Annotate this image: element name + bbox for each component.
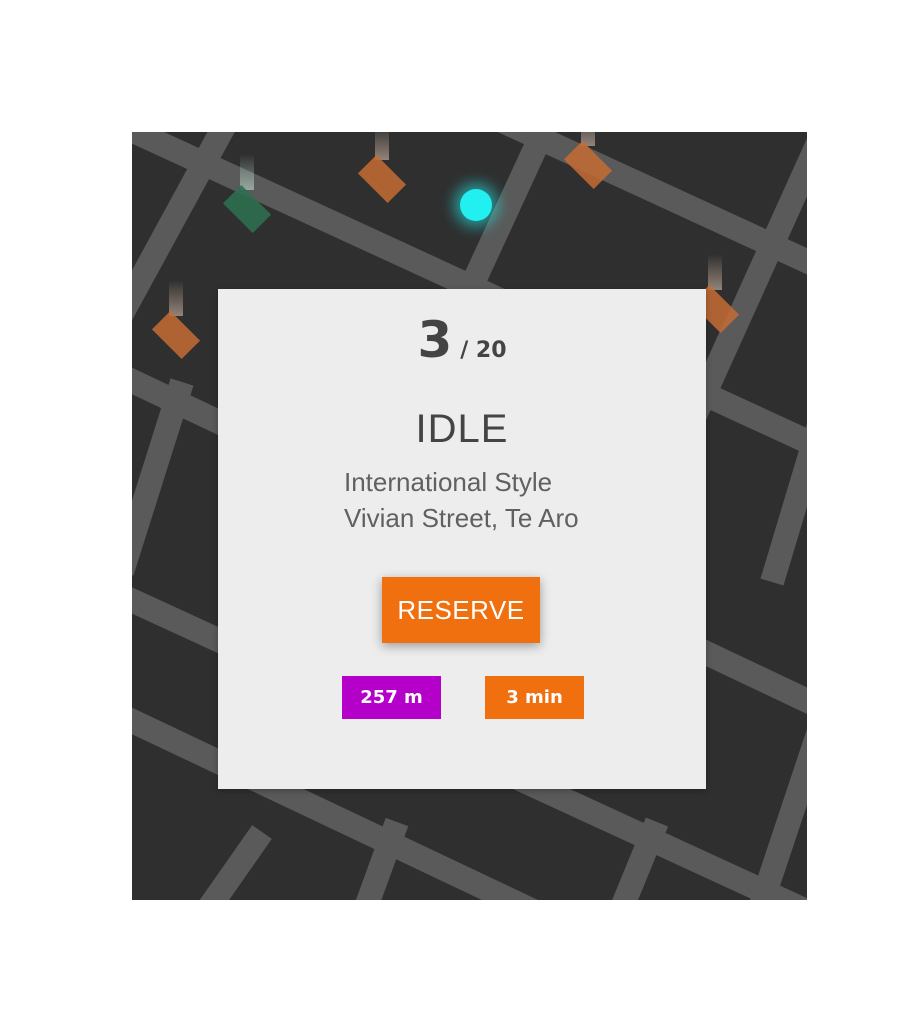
place-card: 3 / 20 IDLE International Style Vivian St…	[218, 289, 706, 789]
total-count: / 20	[460, 338, 507, 363]
map-pin-icon[interactable]	[222, 154, 272, 234]
map-pin-icon[interactable]	[563, 132, 613, 190]
location-dot-icon	[460, 189, 492, 221]
reserve-button[interactable]: RESERVE	[382, 577, 540, 643]
result-counter: 3 / 20	[218, 311, 706, 369]
place-name: International Style	[344, 467, 553, 497]
distance-badge: 257 m	[342, 676, 441, 719]
map-pin-icon[interactable]	[357, 132, 407, 204]
eta-badge: 3 min	[485, 676, 584, 719]
current-index: 3	[417, 311, 453, 369]
map-pin-icon[interactable]	[151, 280, 201, 360]
status-label: IDLE	[415, 407, 509, 451]
place-address: Vivian Street, Te Aro	[344, 503, 579, 533]
